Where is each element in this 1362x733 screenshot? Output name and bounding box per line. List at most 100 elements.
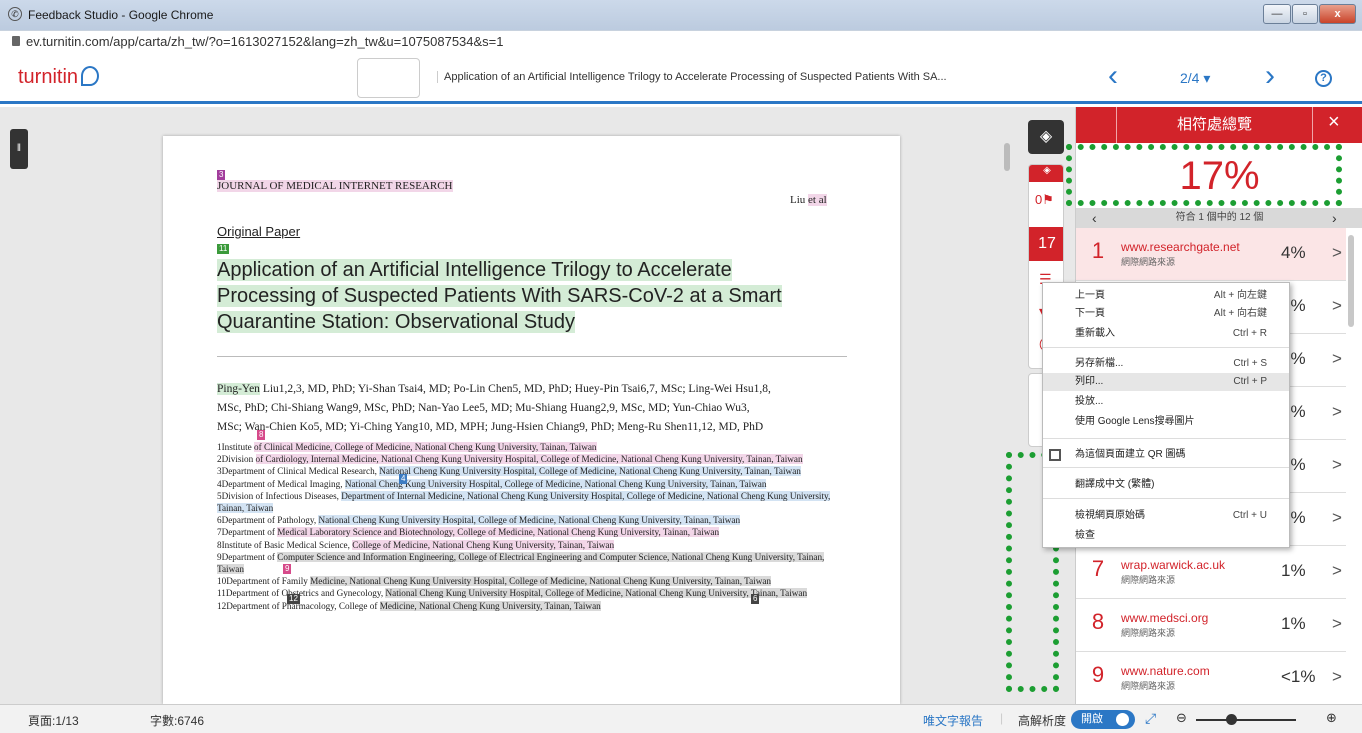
app-icon: ✆	[8, 7, 22, 21]
source-number: 7	[1091, 556, 1105, 581]
hires-toggle[interactable]: 開啟	[1071, 710, 1135, 729]
menu-item[interactable]: 檢視網頁原始碼 Ctrl + U	[1043, 507, 1289, 525]
similarity-score-button[interactable]: 17	[1029, 227, 1063, 261]
affiliation-line: 1Institute of Clinical Medicine, College…	[217, 441, 849, 453]
affil-match[interactable]: of Cardiology, Internal Medicine, Nation…	[255, 454, 803, 465]
source-host[interactable]: www.nature.com	[1121, 664, 1210, 678]
affil-match[interactable]: Medicine, National Cheng Kung University…	[310, 576, 772, 587]
menu-separator	[1043, 438, 1289, 439]
affil-match[interactable]: National Cheng Kung University Hospital,…	[318, 515, 741, 526]
affil-prefix: 1Institute	[217, 442, 255, 452]
affil-match[interactable]: Medical Laboratory Science and Biotechno…	[277, 527, 720, 538]
source-host[interactable]: www.medsci.org	[1121, 611, 1208, 625]
source-percent: 1%	[1281, 614, 1306, 633]
rail-layers-icon[interactable]: ◈	[1029, 165, 1063, 182]
doc-thumbnail[interactable]	[357, 58, 420, 98]
menu-item-label: 投放...	[1075, 396, 1104, 407]
match-marker[interactable]: 12	[287, 594, 300, 604]
close-window-button[interactable]: x	[1319, 4, 1356, 24]
zoom-in-icon[interactable]: ⊕	[1326, 710, 1337, 726]
author-line: MSc; Wan-Chien Ko5, MD; Yi-Ching Yang10,…	[217, 421, 764, 433]
document-title: Application of an Artificial Intelligenc…	[437, 71, 947, 83]
address-bar[interactable]: ev.turnitin.com/app/carta/zh_tw/?o=16130…	[0, 30, 1362, 52]
menu-item[interactable]: 檢查	[1043, 527, 1289, 545]
menu-item[interactable]: 列印... Ctrl + P	[1043, 373, 1289, 391]
context-menu: 上一頁 Alt + 向左鍵 下一頁 Alt + 向右鍵 重新載入 Ctrl + R 另存新檔…	[1042, 282, 1290, 548]
match-marker[interactable]: 4	[399, 474, 408, 484]
menu-item[interactable]: 為這個頁面建立 QR 圖碼	[1043, 446, 1289, 464]
menu-item[interactable]: 重新載入 Ctrl + R	[1043, 325, 1289, 343]
chevron-right-icon[interactable]: >	[1332, 667, 1342, 687]
chevron-right-icon[interactable]: >	[1332, 614, 1342, 634]
source-type: 網際網路來源	[1121, 628, 1176, 638]
panel-header: 相符處總覽 ×	[1076, 107, 1362, 143]
zoom-handle[interactable]	[1226, 714, 1237, 725]
flag-count[interactable]: 0⚑	[1035, 192, 1054, 208]
prev-match-icon[interactable]: ‹	[1092, 208, 1097, 228]
paper-title: Application of an Artificial Intelligenc…	[217, 257, 857, 335]
text-only-report-link[interactable]: 唯文字報告	[923, 712, 983, 729]
menu-item-label: 檢查	[1075, 530, 1095, 541]
affil-prefix: 2Division	[217, 454, 256, 465]
chevron-right-icon[interactable]: >	[1332, 561, 1342, 581]
match-marker[interactable]: 8	[257, 430, 266, 440]
affil-match[interactable]: National Cheng Kung University Hospital,…	[379, 466, 801, 477]
affil-match[interactable]: National Cheng Kung University Hospital,…	[385, 588, 808, 599]
source-item[interactable]: 1 www.researchgate.net 網際網路來源 4% >	[1076, 228, 1346, 281]
next-match-icon[interactable]: ›	[1332, 208, 1337, 228]
affil-match[interactable]: College of Medicine, National Cheng Kung…	[352, 539, 615, 550]
match-marker[interactable]: 9	[283, 564, 292, 574]
chevron-right-icon[interactable]: >	[1332, 349, 1342, 369]
menu-item-label: 列印...	[1075, 376, 1104, 387]
close-panel-icon[interactable]: ×	[1328, 111, 1340, 134]
zoom-out-icon[interactable]: ⊖	[1176, 710, 1187, 726]
zoom-slider[interactable]	[1196, 719, 1296, 721]
submission-counter[interactable]: 2/4 ▾	[1180, 70, 1210, 87]
author-line: Liu1,2,3, MD, PhD; Yi-Shan Tsai4, MD; Po…	[262, 383, 771, 395]
chevron-right-icon[interactable]: >	[1332, 402, 1342, 422]
match-marker[interactable]: 11	[217, 244, 230, 254]
prev-submission-icon[interactable]: ‹	[1108, 60, 1118, 92]
menu-item[interactable]: 投放...	[1043, 393, 1289, 411]
layers-icon[interactable]: ◈	[1028, 120, 1064, 154]
affil-prefix: 10Department of Family	[217, 576, 311, 587]
toggle-knob	[1116, 713, 1129, 726]
affil-match[interactable]: National Cheng Kung University Hospital,…	[344, 478, 767, 489]
help-icon[interactable]: ?	[1315, 70, 1332, 87]
match-marker[interactable]: 3	[217, 170, 226, 180]
document-page: 3 JOURNAL OF MEDICAL INTERNET RESEARCH L…	[163, 136, 900, 704]
panel-scrollbar[interactable]	[1348, 235, 1354, 327]
next-submission-icon[interactable]: ›	[1265, 60, 1275, 92]
url-text[interactable]: ev.turnitin.com/app/carta/zh_tw/?o=16130…	[26, 34, 504, 49]
affil-match[interactable]: of Clinical Medicine, College of Medicin…	[254, 442, 597, 452]
source-item[interactable]: 9 www.nature.com 網際網路來源 <1% >	[1076, 652, 1346, 705]
highlight-box	[1066, 144, 1342, 206]
affil-match[interactable]: Medicine, National Cheng Kung University…	[379, 600, 601, 611]
match-marker[interactable]: 6	[751, 594, 760, 604]
sidebar-toggle-icon[interactable]: ‖	[10, 129, 28, 169]
menu-item-shortcut: Ctrl + R	[1232, 328, 1267, 339]
chevron-right-icon[interactable]: >	[1332, 243, 1342, 263]
menu-item[interactable]: 上一頁 Alt + 向左鍵	[1043, 287, 1289, 305]
source-host[interactable]: wrap.warwick.ac.uk	[1121, 558, 1225, 572]
hires-label: 高解析度	[1018, 714, 1067, 728]
minimize-button[interactable]: —	[1263, 4, 1291, 24]
source-item[interactable]: 7 wrap.warwick.ac.uk 網際網路來源 1% >	[1076, 546, 1346, 599]
viewer-scrollbar[interactable]	[1004, 143, 1010, 171]
menu-item[interactable]: 下一頁 Alt + 向右鍵	[1043, 305, 1289, 323]
title-bar: ✆ Feedback Studio - Google Chrome — ▫ x	[0, 0, 1362, 30]
chevron-right-icon[interactable]: >	[1332, 455, 1342, 475]
affil-match[interactable]: Computer Science and Information Enginee…	[217, 551, 825, 575]
source-item[interactable]: 8 www.medsci.org 網際網路來源 1% >	[1076, 599, 1346, 652]
expand-icon[interactable]: ⤢	[1145, 710, 1156, 727]
paper-type: Original Paper	[217, 224, 301, 239]
menu-item[interactable]: 使用 Google Lens搜尋圖片	[1043, 413, 1289, 431]
chevron-right-icon[interactable]: >	[1332, 508, 1342, 528]
maximize-button[interactable]: ▫	[1292, 4, 1318, 24]
source-type: 網際網路來源	[1121, 575, 1176, 585]
source-host[interactable]: www.researchgate.net	[1121, 240, 1240, 254]
chevron-right-icon[interactable]: >	[1332, 296, 1342, 316]
menu-item[interactable]: 翻譯成中文 (繁體)	[1043, 476, 1289, 494]
document-viewer: ‖ 3 JOURNAL OF MEDICAL INTERNET RESEARCH…	[0, 107, 1075, 704]
menu-item[interactable]: 另存新檔... Ctrl + S	[1043, 355, 1289, 373]
